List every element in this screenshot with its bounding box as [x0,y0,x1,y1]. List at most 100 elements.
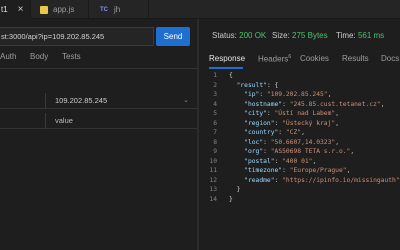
json-comma: , [335,138,339,146]
code-text: "hostname": "245.85.cust.tetanet.cz", [229,100,384,110]
close-icon[interactable]: × [18,4,24,15]
code-text: "loc": "50.6607,14.0323", [229,138,339,148]
tab-label: jh [114,5,121,14]
json-string: "AS50698 TETA s.r.o." [270,148,351,155]
send-button[interactable]: Send [156,27,190,46]
line-number: 12 [209,176,217,184]
code-text: "readme": "https://ipinfo.io/missingauth… [229,176,399,186]
code-text: "region": "Ústecký kraj", [229,119,339,129]
tab-response[interactable]: Response [209,54,245,63]
response-tabs: Response Headers6 Cookies Results Docs [199,52,400,69]
json-comma: , [346,167,351,174]
line-number: 10 [209,157,217,165]
json-string: "Ústí nad Labem" [274,110,336,117]
code-text: "postal": "400 01", [229,157,316,167]
status-label: Status: [212,31,237,40]
url-bar: st:3000/api?ip=109.202.85.245 Send [0,27,197,46]
line-number: 6 [213,119,217,127]
json-comma: , [335,119,339,127]
url-input[interactable]: st:3000/api?ip=109.202.85.245 [0,27,154,46]
chevron-down-icon[interactable]: ⌄ [183,93,189,109]
code-line: 7 "country": "CZ", [199,128,400,138]
json-string: "Europe/Prague" [289,167,347,174]
code-line: 2 "result": { [199,81,400,91]
javascript-file-icon [40,5,48,14]
tab-tests[interactable]: Tests [62,52,81,61]
thunder-client-icon: TC [100,6,108,13]
tab-headers-label: Headers [258,54,289,64]
json-key: "region" [244,119,275,127]
code-text: } [229,185,241,195]
param-key-field[interactable] [0,93,46,109]
json-brace: { [229,72,233,79]
tab-app-js[interactable]: app.js [31,0,89,19]
tab-request[interactable]: t1 × [0,0,31,19]
size-readout: Size: 275 Bytes [272,31,328,40]
tab-docs[interactable]: Docs [381,54,399,63]
tab-auth[interactable]: Auth [0,52,16,61]
line-number: 3 [213,91,217,98]
json-key: "result" [236,81,267,89]
line-number: 8 [213,138,217,146]
json-colon: : [263,148,271,155]
json-key: "loc" [244,138,264,146]
line-number: 13 [209,186,217,193]
request-pane: st:3000/api?ip=109.202.85.245 Send Auth … [0,19,197,250]
time-readout: Time: 561 ms [336,31,384,40]
json-string: "245.85.cust.tetanet.cz" [289,100,381,108]
tab-cookies[interactable]: Cookies [300,54,329,63]
tab-label: t1 [1,5,8,14]
json-colon: : [259,91,267,98]
json-comma: , [350,148,355,155]
code-line: 8 "loc": "50.6607,14.0323", [199,138,400,148]
json-colon: : [274,119,283,127]
tab-headers[interactable]: Headers6 [258,54,291,64]
code-line: 5 "city": "Ústí nad Labem", [199,109,400,119]
json-key: "city" [244,110,267,117]
param-value-field[interactable]: value [55,113,73,129]
divider [0,68,197,69]
time-value: 561 ms [357,31,385,40]
query-param-row: 109.202.85.245 ⌄ [0,93,197,109]
code-line: 3 "ip": "109.202.85.245", [199,90,400,100]
code-line: 10 "postal": "400 01", [199,157,400,167]
query-param-row: value [0,113,197,129]
code-line: 13 } [199,185,400,195]
line-number: 1 [213,72,217,79]
json-brace: } [236,186,241,193]
json-colon: : [266,81,275,89]
param-value-field[interactable]: 109.202.85.245 [55,93,107,109]
json-colon: : [282,167,290,174]
line-number: 4 [213,100,217,108]
json-key: "timezone" [244,167,283,174]
status-value: 200 OK [239,31,267,40]
code-text: "org": "AS50698 TETA s.r.o.", [229,147,354,157]
size-value: 275 Bytes [292,31,328,40]
code-line: 14} [199,195,400,205]
code-text: "ip": "109.202.85.245", [229,90,331,100]
json-colon: : [274,157,283,165]
line-number: 2 [213,81,217,89]
json-colon: : [266,110,275,117]
json-key: "postal" [244,157,275,165]
json-string: "109.202.85.245" [266,91,328,98]
tab-jh[interactable]: TC jh [89,0,149,19]
size-label: Size: [272,31,290,40]
code-line: 9 "org": "AS50698 TETA s.r.o.", [199,147,400,157]
json-string: "400 01" [282,157,313,165]
status-readout: Status: 200 OK [212,31,266,40]
json-string: "Ústecký kraj" [282,119,336,127]
code-line: 4 "hostname": "245.85.cust.tetanet.cz", [199,100,400,110]
line-number: 14 [209,195,217,203]
code-text: } [229,195,233,205]
code-line: 1{ [199,71,400,81]
tab-body[interactable]: Body [30,52,48,61]
json-brace: { [274,81,279,89]
json-colon: : [263,138,271,146]
code-line: 6 "region": "Ústecký kraj", [199,119,400,129]
code-line: 12 "readme": "https://ipinfo.io/missinga… [199,176,400,186]
tab-results[interactable]: Results [342,54,369,63]
param-key-field[interactable] [0,113,46,129]
line-number: 7 [213,129,217,136]
json-key: "org" [244,148,264,155]
